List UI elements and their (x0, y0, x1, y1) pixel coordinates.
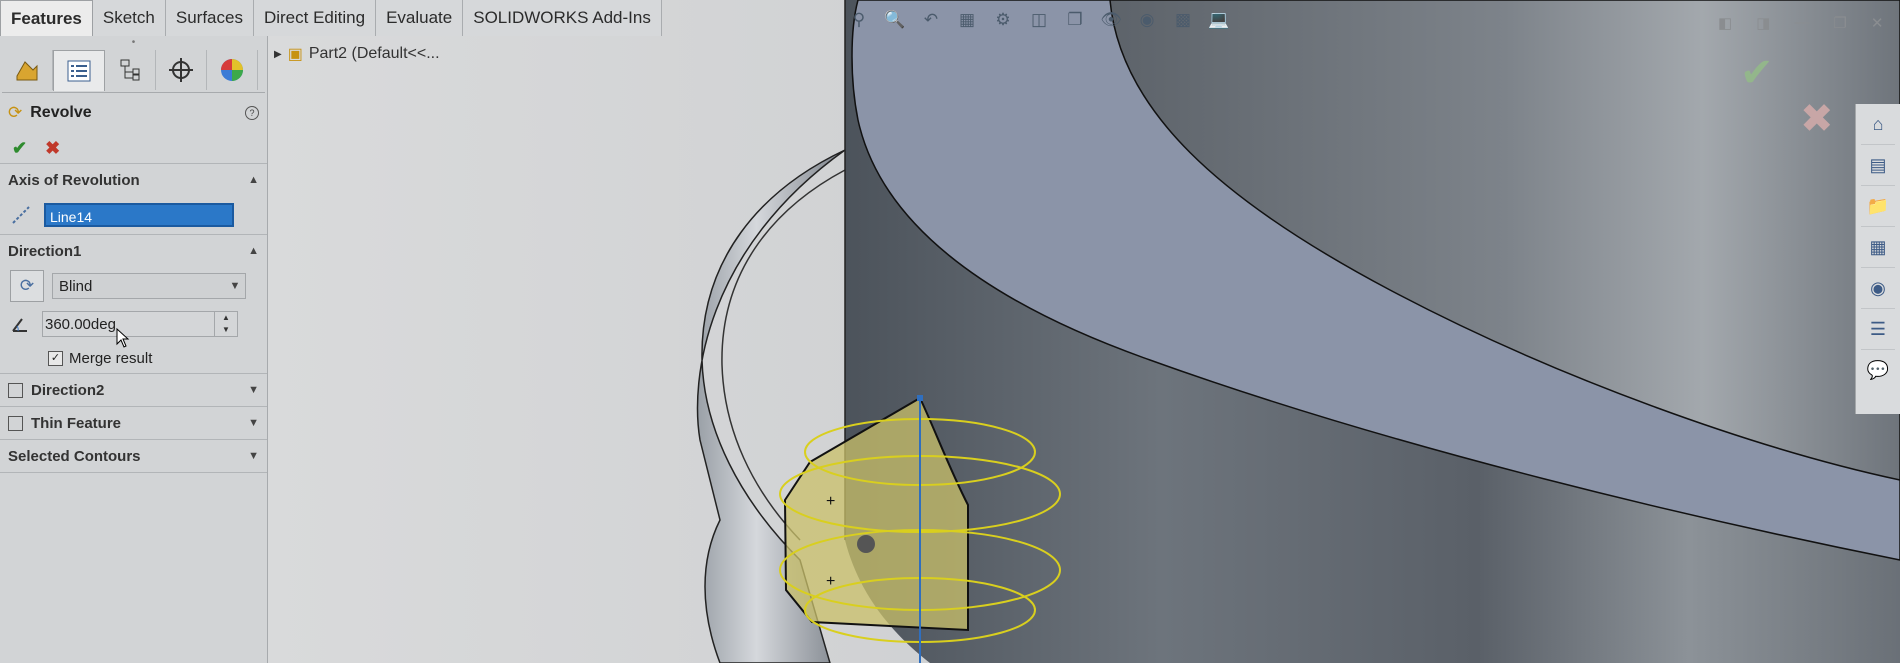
previous-view-icon[interactable]: ↶ (917, 6, 945, 34)
view-orientation-icon[interactable]: ◫ (1025, 6, 1053, 34)
merge-result-row: ✓ Merge result (0, 343, 267, 373)
expand-arrow-icon[interactable]: ▶ (274, 49, 282, 60)
configuration-manager-tab[interactable] (105, 50, 156, 90)
angle-icon (12, 318, 27, 332)
command-manager-tabs: Features Sketch Surfaces Direct Editing … (0, 0, 860, 36)
section-selected-contours-header[interactable]: Selected Contours ▼ (0, 439, 267, 473)
cancel-x-icon[interactable]: ✖ (45, 138, 60, 159)
design-library-icon[interactable]: ▤ (1861, 145, 1895, 186)
mouse-pointer-icon (116, 328, 130, 348)
page-title: Revolve (30, 104, 92, 121)
scene-icon[interactable]: ▩ (1169, 6, 1197, 34)
section-selected-contours-label: Selected Contours (8, 447, 141, 465)
graphics-area[interactable]: + + ▶ ▣ Part2 (Default<<... ⚲ 🔍 ↶ ▦ ⚙ ◫ … (268, 0, 1900, 663)
thin-feature-checkbox[interactable] (8, 415, 23, 431)
direction2-checkbox[interactable] (8, 382, 23, 398)
expand-chevron-down-icon[interactable]: ▼ (248, 417, 259, 429)
tree-part-label: Part2 (Default<<... (308, 45, 440, 62)
feature-manager-tab[interactable] (2, 50, 53, 90)
svg-text:+: + (826, 573, 835, 590)
tab-surfaces[interactable]: Surfaces (165, 0, 254, 36)
property-manager-tab[interactable] (53, 50, 105, 91)
section-thin-feature-header[interactable]: Thin Feature ▼ (0, 406, 267, 439)
home-icon[interactable]: ⌂ (1861, 104, 1895, 145)
view-settings-icon[interactable]: 💻 (1205, 6, 1233, 34)
close-icon[interactable]: ✕ (1871, 14, 1884, 32)
reverse-direction-icon[interactable]: ⟳ (10, 270, 44, 302)
tab-evaluate[interactable]: Evaluate (376, 0, 464, 36)
revolve-icon: ⟳ (8, 103, 23, 122)
section-direction1-header[interactable]: Direction1 ▲ (0, 234, 267, 267)
custom-properties-icon[interactable]: ☰ (1861, 309, 1895, 350)
spin-up-icon[interactable]: ▲ (215, 312, 237, 324)
configuration-manager-icon (120, 59, 140, 81)
file-explorer-icon[interactable]: 📁 (1861, 186, 1895, 227)
section-thin-feature-label: Thin Feature (31, 414, 122, 432)
svg-text:+: + (826, 493, 835, 510)
property-manager-icon (67, 60, 91, 82)
display-manager-tab[interactable] (207, 50, 258, 90)
section-view-icon[interactable]: ▦ (953, 6, 981, 34)
property-manager-header: ⟳ Revolve ? (0, 93, 267, 133)
section-axis-header[interactable]: Axis of Revolution ▲ (0, 163, 267, 196)
section-axis-label: Axis of Revolution (8, 171, 140, 189)
feature-manager-icon (16, 61, 38, 81)
dimxpert-manager-tab[interactable] (156, 50, 207, 90)
axis-line-icon (12, 206, 30, 224)
section-direction2-header[interactable]: Direction2 ▼ (0, 373, 267, 406)
appearances-icon[interactable]: ◉ (1861, 268, 1895, 309)
restore-icon[interactable]: ❐ (1833, 14, 1846, 32)
zoom-area-icon[interactable]: 🔍 (881, 6, 909, 34)
property-manager-panel: • ⟳ Revolve ? ✔ ✖ Axis of Revolution ▲ L… (0, 36, 268, 663)
part-icon: ▣ (287, 46, 303, 63)
expand-chevron-down-icon[interactable]: ▼ (248, 450, 259, 462)
direction1-type-row: ⟳ Blind ▼ (0, 267, 267, 305)
appearance-sphere-icon (221, 59, 243, 81)
tab-direct-editing[interactable]: Direct Editing (253, 0, 377, 36)
direction1-angle-row: 360.00deg ▲ ▼ (0, 305, 267, 343)
hide-show-icon[interactable]: 👁 (1097, 6, 1125, 34)
confirm-bar: ✔ ✖ (0, 133, 267, 163)
model-view[interactable]: + + (268, 0, 1900, 663)
manager-tabs (2, 50, 265, 93)
merge-result-label: Merge result (69, 349, 153, 367)
display-style-icon[interactable]: ❐ (1061, 6, 1089, 34)
axis-selection-field[interactable]: Line14 (44, 203, 234, 227)
task-pane: ⌂ ▤ 📁 ▦ ◉ ☰ 💬 (1855, 104, 1900, 414)
tile-left-icon[interactable]: ◧ (1718, 14, 1732, 32)
axis-row: Line14 (0, 196, 267, 234)
forum-icon[interactable]: 💬 (1861, 350, 1895, 390)
viewport-window-controls: ◧ ◨ — ❐ ✕ (1718, 14, 1883, 32)
crosshair-target-icon (169, 58, 193, 82)
help-icon[interactable]: ? (245, 106, 259, 120)
heads-up-view-toolbar: ⚲ 🔍 ↶ ▦ ⚙ ◫ ❐ 👁 ◉ ▩ 💻 (845, 6, 1233, 34)
section-direction1-label: Direction1 (8, 242, 82, 260)
revolve-type-value: Blind (59, 277, 93, 295)
tab-solidworks-add-ins[interactable]: SOLIDWORKS Add-Ins (463, 0, 662, 36)
tile-right-icon[interactable]: ◨ (1756, 14, 1770, 32)
panel-grip-handle[interactable]: • (0, 36, 267, 50)
angle-spinbox[interactable]: 360.00deg ▲ ▼ (42, 311, 238, 337)
section-direction2-label: Direction2 (31, 381, 105, 399)
revolve-type-select[interactable]: Blind ▼ (52, 273, 246, 299)
expand-chevron-down-icon[interactable]: ▼ (248, 384, 259, 396)
confirmation-ok-icon[interactable]: ✔ (1740, 50, 1774, 96)
feature-tree-flyout[interactable]: ▶ ▣ Part2 (Default<<... (274, 44, 440, 64)
appearance-icon[interactable]: ◉ (1133, 6, 1161, 34)
ok-check-icon[interactable]: ✔ (12, 138, 27, 159)
minimize-icon[interactable]: — (1794, 14, 1809, 32)
collapse-chevron-up-icon[interactable]: ▲ (248, 245, 259, 257)
view-palette-icon[interactable]: ▦ (1861, 227, 1895, 268)
merge-result-checkbox[interactable]: ✓ (48, 350, 63, 366)
tab-sketch[interactable]: Sketch (92, 0, 166, 36)
dynamic-annotation-icon[interactable]: ⚙ (989, 6, 1017, 34)
spin-buttons[interactable]: ▲ ▼ (214, 312, 237, 336)
spin-down-icon[interactable]: ▼ (215, 324, 237, 336)
tab-features[interactable]: Features (0, 0, 93, 36)
collapse-chevron-up-icon[interactable]: ▲ (248, 174, 259, 186)
confirmation-cancel-icon[interactable]: ✖ (1800, 96, 1834, 142)
chevron-down-icon: ▼ (229, 280, 241, 292)
